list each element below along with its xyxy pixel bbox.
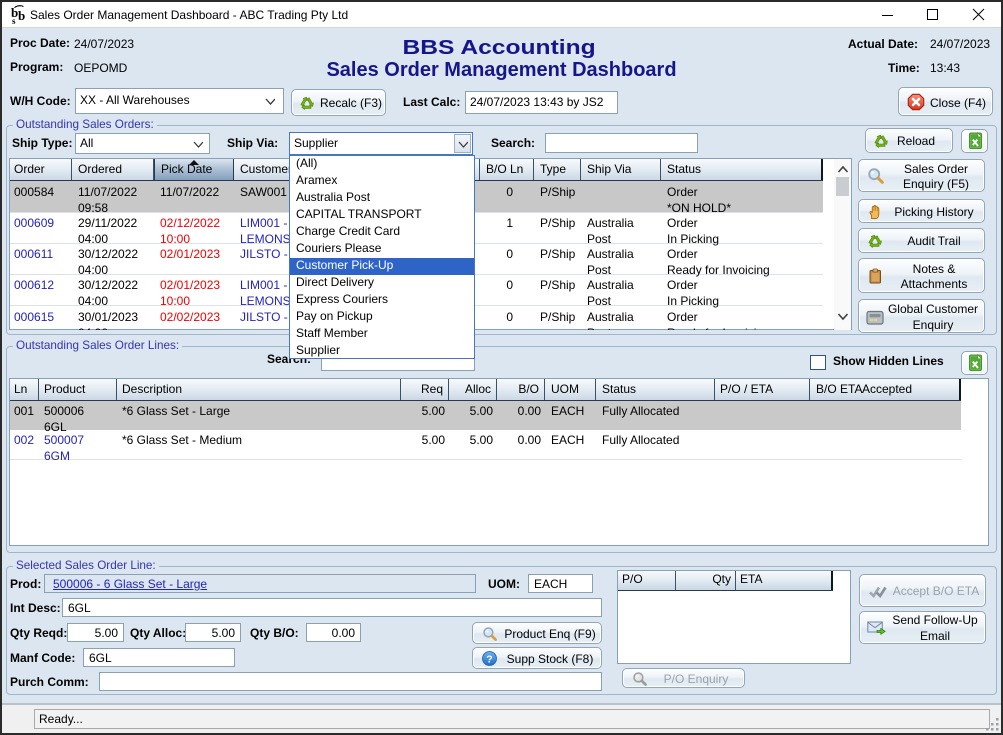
svg-text:b: b	[18, 8, 25, 23]
svg-text:s: s	[12, 16, 16, 25]
svg-text:?: ?	[486, 653, 492, 665]
